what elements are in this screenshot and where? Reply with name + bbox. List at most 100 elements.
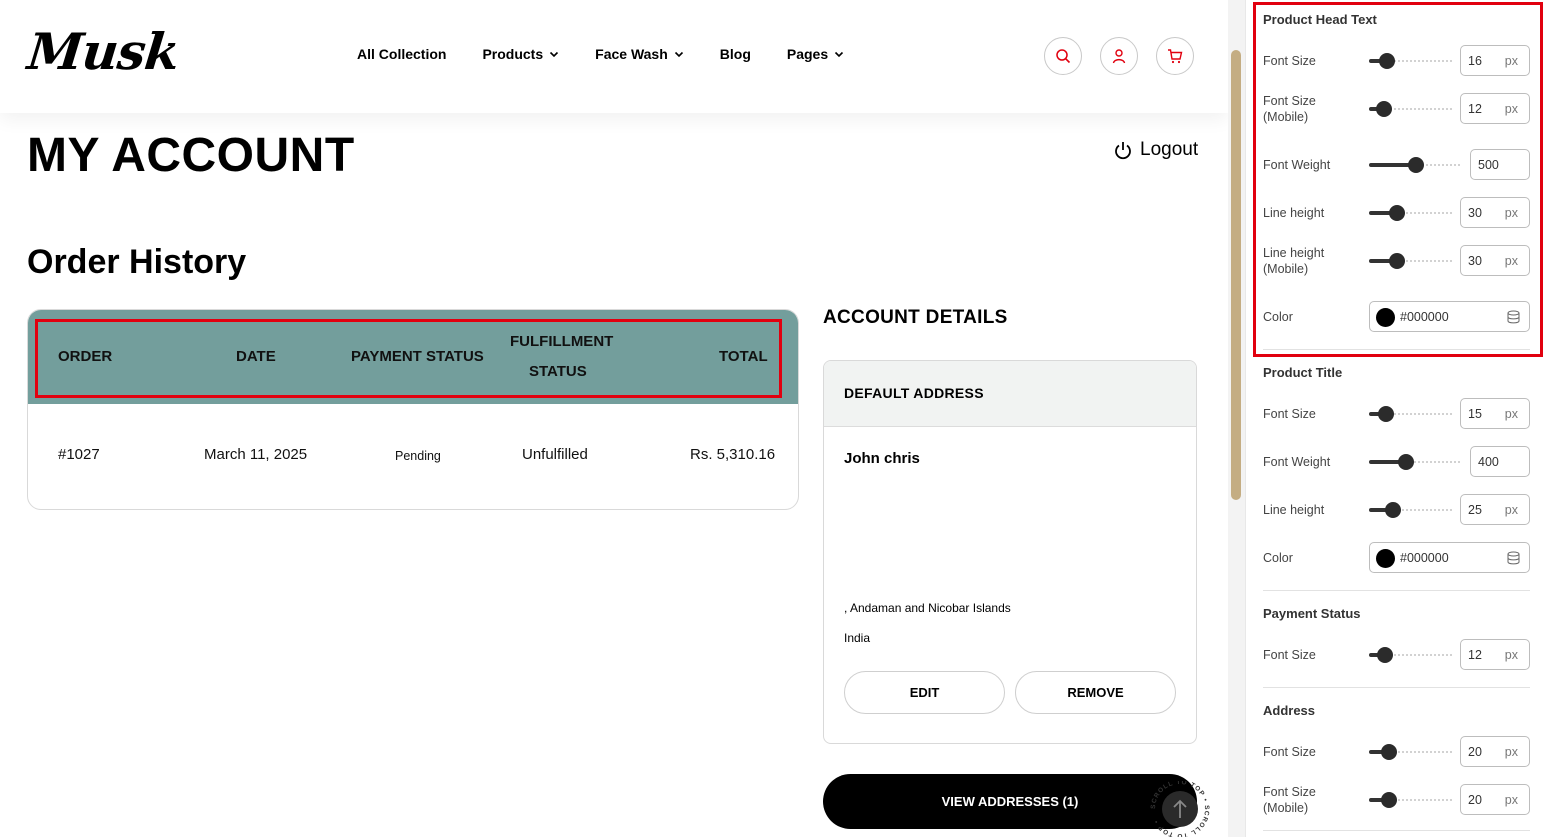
font-size-mobile-slider[interactable] — [1369, 101, 1452, 117]
input-value: 16 — [1468, 54, 1482, 68]
label-font-size: Font Size — [1263, 54, 1316, 68]
font-weight-input[interactable]: 400 — [1470, 446, 1530, 477]
label-font-size: Font Size — [1263, 407, 1316, 421]
view-addresses-button[interactable]: VIEW ADDRESSES (1) — [823, 774, 1197, 829]
input-value: 30 — [1468, 206, 1482, 220]
settings-panel: Product Head Text Font Size 16 px Font Si… — [1245, 0, 1543, 837]
font-size-slider[interactable] — [1369, 647, 1452, 663]
label-line: Line height — [1263, 246, 1325, 260]
nav-label: Blog — [719, 46, 751, 62]
site-header: Musk All Collection Products Face Wash B… — [0, 0, 1228, 113]
unit: px — [1504, 54, 1518, 68]
label-line: (Mobile) — [1263, 110, 1309, 124]
group-title-address: Address — [1263, 703, 1316, 718]
font-size-mobile-slider[interactable] — [1369, 792, 1452, 808]
power-icon — [1115, 142, 1131, 160]
font-size-mobile-input[interactable]: 20 px — [1460, 784, 1530, 815]
label-font-size: Font Size — [1263, 745, 1316, 759]
page-title: MY ACCOUNT — [27, 129, 355, 182]
input-value: 25 — [1468, 503, 1482, 517]
database-icon[interactable] — [1507, 310, 1520, 324]
font-size-input[interactable]: 12 px — [1460, 639, 1530, 670]
divider — [1263, 349, 1530, 350]
orders-table: ORDER DATE PAYMENT STATUS FULFILLMENT ST… — [27, 309, 799, 510]
nav-pages[interactable]: Pages — [787, 46, 844, 62]
nav-blog[interactable]: Blog — [720, 46, 751, 62]
remove-address-button[interactable]: REMOVE — [1015, 671, 1176, 714]
label-font-size-mobile: Font Size (Mobile) — [1263, 93, 1316, 125]
input-value: 500 — [1478, 158, 1499, 172]
color-swatch[interactable] — [1376, 308, 1395, 327]
nav-label: Face Wash — [595, 46, 668, 62]
search-icon — [1056, 49, 1071, 64]
logout-label: Logout — [1140, 139, 1199, 160]
input-value: 20 — [1468, 793, 1482, 807]
address-card: DEFAULT ADDRESS John chris , Andaman and… — [823, 360, 1197, 744]
default-address-label: DEFAULT ADDRESS — [824, 361, 1196, 427]
nav-face-wash[interactable]: Face Wash — [595, 46, 684, 62]
font-size-mobile-input[interactable]: 12 px — [1460, 93, 1530, 124]
line-height-slider[interactable] — [1369, 205, 1452, 221]
label-color: Color — [1263, 310, 1293, 324]
chevron-down-icon — [835, 51, 844, 58]
color-picker[interactable]: #000000 — [1369, 301, 1530, 332]
font-weight-slider[interactable] — [1369, 454, 1461, 470]
main-nav: All Collection Products Face Wash Blog P… — [357, 46, 880, 62]
unit: px — [1504, 254, 1518, 268]
user-icon — [1112, 49, 1126, 64]
line-height-input[interactable]: 30 px — [1460, 197, 1530, 228]
search-button[interactable] — [1044, 37, 1082, 75]
color-picker[interactable]: #000000 — [1369, 542, 1530, 573]
nav-label: Pages — [786, 46, 829, 62]
database-icon[interactable] — [1507, 551, 1520, 565]
store-preview: Musk All Collection Products Face Wash B… — [0, 0, 1228, 837]
cart-button[interactable] — [1156, 37, 1194, 75]
font-size-input[interactable]: 16 px — [1460, 45, 1530, 76]
unit: px — [1504, 793, 1518, 807]
font-weight-slider[interactable] — [1369, 157, 1461, 173]
label-line: Font Size — [1263, 94, 1316, 108]
input-value: 20 — [1468, 745, 1482, 759]
color-swatch[interactable] — [1376, 549, 1395, 568]
font-size-slider[interactable] — [1369, 53, 1452, 69]
group-title-product-title: Product Title — [1263, 365, 1343, 380]
nav-label: All Collection — [357, 46, 447, 62]
nav-products[interactable]: Products — [482, 46, 559, 62]
address-name: John chris — [844, 450, 920, 467]
unit: px — [1504, 102, 1518, 116]
unit: px — [1504, 648, 1518, 662]
chevron-down-icon — [550, 51, 559, 58]
address-region: , Andaman and Nicobar Islands — [844, 601, 1011, 615]
edit-address-button[interactable]: EDIT — [844, 671, 1005, 714]
input-value: 15 — [1468, 407, 1482, 421]
label-line: (Mobile) — [1263, 801, 1309, 815]
label-line-height-mobile: Line height (Mobile) — [1263, 245, 1324, 277]
label-line-height: Line height — [1263, 206, 1325, 220]
font-size-input[interactable]: 20 px — [1460, 736, 1530, 767]
scroll-to-top-button[interactable]: SCROLL TO TOP • SCROLL TO TOP • — [1150, 781, 1210, 837]
store-logo[interactable]: Musk — [25, 22, 182, 81]
fulfillment-status: Unfulfilled — [522, 446, 588, 463]
font-size-slider[interactable] — [1369, 406, 1452, 422]
label-font-weight: Font Weight — [1263, 455, 1331, 469]
label-color: Color — [1263, 551, 1293, 565]
order-total: Rs. 5,310.16 — [690, 446, 776, 463]
label-line: (Mobile) — [1263, 262, 1309, 276]
label-line-height: Line height — [1263, 503, 1325, 517]
font-size-input[interactable]: 15 px — [1460, 398, 1530, 429]
order-number[interactable]: #1027 — [58, 446, 100, 463]
label-line: Font Size — [1263, 785, 1316, 799]
line-height-input[interactable]: 25 px — [1460, 494, 1530, 525]
line-height-mobile-slider[interactable] — [1369, 253, 1452, 269]
nav-all-collection[interactable]: All Collection — [357, 46, 446, 62]
account-button[interactable] — [1100, 37, 1138, 75]
group-title-product-head-text: Product Head Text — [1263, 12, 1377, 27]
line-height-slider[interactable] — [1369, 502, 1452, 518]
line-height-mobile-input[interactable]: 30 px — [1460, 245, 1530, 276]
font-weight-input[interactable]: 500 — [1470, 149, 1530, 180]
unit: px — [1504, 206, 1518, 220]
font-size-slider[interactable] — [1369, 744, 1452, 760]
logout-link[interactable]: Logout — [1113, 139, 1198, 161]
preview-scrollbar-thumb[interactable] — [1231, 50, 1241, 500]
label-font-weight: Font Weight — [1263, 158, 1331, 172]
